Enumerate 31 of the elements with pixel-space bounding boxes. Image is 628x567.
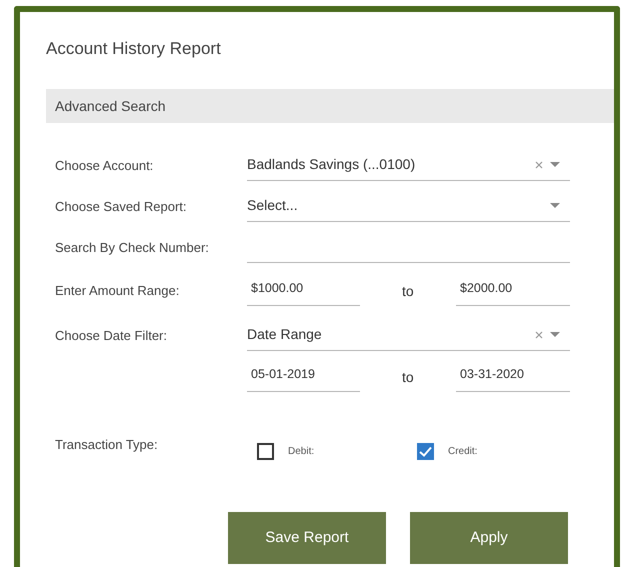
section-header: Advanced Search	[46, 89, 614, 123]
select-field[interactable]: Badlands Savings (...0100)	[247, 149, 570, 181]
field-label: Enter Amount Range:	[55, 283, 180, 298]
dialog-title: Account History Report	[46, 38, 222, 60]
range-from-field[interactable]: $1000.00	[247, 272, 360, 306]
field-label: Transaction Type:	[55, 437, 158, 452]
action-button[interactable]: Apply	[410, 512, 568, 564]
checkbox-label: Credit:	[448, 445, 478, 459]
caret-icon	[550, 162, 560, 167]
range-to-field[interactable]: $2000.00	[456, 272, 570, 306]
clear-icon[interactable]	[535, 160, 543, 168]
field-label: Search By Check Number:	[55, 240, 209, 255]
field-label: Choose Saved Report:	[55, 199, 187, 214]
select-placeholder: Select...	[247, 196, 299, 215]
field-label: Choose Account:	[55, 158, 154, 173]
range-separator: to	[402, 282, 414, 300]
select-field[interactable]: Date Range	[247, 319, 570, 351]
select-value: Badlands Savings (...0100)	[247, 155, 416, 174]
range-separator: to	[402, 368, 414, 386]
checkbox-label: Debit:	[288, 445, 314, 459]
select-field[interactable]: Select...	[247, 190, 570, 222]
caret-icon	[550, 203, 560, 208]
caret-icon	[550, 332, 560, 337]
action-button[interactable]: Save Report	[228, 512, 386, 564]
range-from-field[interactable]: 05-01-2019	[247, 358, 360, 392]
select-value: Date Range	[247, 325, 323, 344]
field-label: Choose Date Filter:	[55, 328, 167, 343]
range-to-field[interactable]: 03-31-2020	[456, 358, 570, 392]
clear-icon[interactable]	[535, 330, 543, 338]
checkbox[interactable]	[257, 443, 274, 460]
checkbox[interactable]	[417, 443, 434, 460]
